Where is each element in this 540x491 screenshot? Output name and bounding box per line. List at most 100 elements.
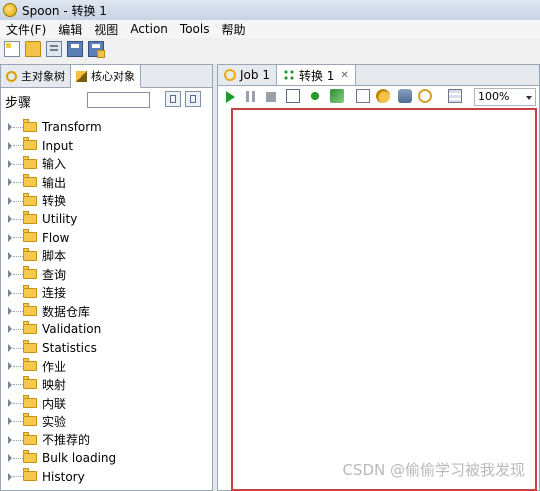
expand-arrow-icon[interactable] <box>8 343 12 352</box>
tree-item-label: 映射 <box>42 378 67 393</box>
open-folder-icon[interactable] <box>25 41 41 57</box>
expand-arrow-icon[interactable] <box>8 215 12 224</box>
tree-item[interactable]: 连接 <box>1 284 212 302</box>
explore-db-icon[interactable] <box>418 89 432 103</box>
expand-arrow-icon[interactable] <box>8 233 12 242</box>
expand-arrow-icon[interactable] <box>8 141 12 150</box>
transformation-icon <box>282 69 295 81</box>
expand-all-icon[interactable] <box>165 91 181 107</box>
zoom-select[interactable]: 100% <box>474 88 536 106</box>
tree-item-label: 输出 <box>42 175 67 190</box>
show-results-icon[interactable] <box>448 89 462 103</box>
folder-icon <box>23 376 37 390</box>
replay-icon[interactable] <box>330 89 344 103</box>
save-as-icon[interactable] <box>88 41 105 58</box>
folder-icon <box>23 413 37 427</box>
impact-analysis-icon[interactable] <box>376 89 390 103</box>
folder-icon <box>23 321 37 335</box>
expand-arrow-icon[interactable] <box>8 417 12 426</box>
stop-icon[interactable] <box>266 92 276 102</box>
expand-arrow-icon[interactable] <box>8 380 12 389</box>
tree-item[interactable]: Input <box>1 136 212 154</box>
tree-item[interactable]: 脚本 <box>1 247 212 265</box>
expand-arrow-icon[interactable] <box>8 399 12 408</box>
expand-arrow-icon[interactable] <box>8 362 12 371</box>
tree-item[interactable]: Transform <box>1 118 212 136</box>
tree-item[interactable]: 不推荐的 <box>1 431 212 449</box>
tree-item-label: Input <box>42 138 74 153</box>
expand-arrow-icon[interactable] <box>8 288 12 297</box>
tree-item[interactable]: 实验 <box>1 412 212 430</box>
preview-icon[interactable] <box>286 89 300 103</box>
title-bar: Spoon - 转换 1 <box>0 0 540 21</box>
tree-item[interactable]: Utility <box>1 210 212 228</box>
expand-arrow-icon[interactable] <box>8 435 12 444</box>
debug-icon[interactable] <box>308 89 322 103</box>
tab-label: 主对象树 <box>21 70 65 83</box>
tab-label: Job 1 <box>240 68 270 82</box>
menu-view[interactable]: 视图 <box>88 21 124 38</box>
collapse-all-icon[interactable] <box>185 91 201 107</box>
sql-icon[interactable] <box>398 89 412 103</box>
tree-item[interactable]: 数据仓库 <box>1 302 212 320</box>
run-icon[interactable] <box>226 91 235 103</box>
menu-action[interactable]: Action <box>124 22 174 36</box>
expand-arrow-icon[interactable] <box>8 454 12 463</box>
folder-icon <box>23 284 37 298</box>
save-icon[interactable] <box>67 41 83 57</box>
tab-core-objects[interactable]: 核心对象 <box>71 65 141 88</box>
tree-item[interactable]: Statistics <box>1 339 212 357</box>
new-file-icon[interactable] <box>4 41 20 57</box>
editor-panel: Job 1 转换 1 ✕ 100% CSDN @偷偷学习被我发现 <box>217 64 540 491</box>
chevron-down-icon <box>526 96 532 100</box>
tree-item[interactable]: 作业 <box>1 357 212 375</box>
expand-arrow-icon[interactable] <box>8 472 12 481</box>
tab-job-1[interactable]: Job 1 <box>218 65 277 85</box>
steps-search-input[interactable] <box>87 92 150 108</box>
menu-edit[interactable]: 编辑 <box>52 21 88 38</box>
tree-item-label: 输入 <box>42 157 67 172</box>
tree-item[interactable]: 输入 <box>1 155 212 173</box>
expand-arrow-icon[interactable] <box>8 251 12 260</box>
verify-icon[interactable] <box>356 89 370 103</box>
left-panel: 主对象树 核心对象 步骤 Transform Input 输入 输出 转换 Ut… <box>0 64 213 491</box>
expand-arrow-icon[interactable] <box>8 123 12 132</box>
expand-arrow-icon[interactable] <box>8 325 12 334</box>
explore-repository-icon[interactable] <box>46 41 62 57</box>
tree-item[interactable]: Validation <box>1 320 212 338</box>
tab-transformation-1[interactable]: 转换 1 ✕ <box>276 65 356 85</box>
steps-header: 步骤 <box>1 88 212 114</box>
tree-item[interactable]: 输出 <box>1 173 212 191</box>
folder-icon <box>23 119 37 132</box>
close-tab-icon[interactable]: ✕ <box>340 70 348 81</box>
expand-arrow-icon[interactable] <box>8 178 12 187</box>
transformation-canvas[interactable] <box>231 108 537 491</box>
tree-item-label: Validation <box>42 322 102 337</box>
expand-arrow-icon[interactable] <box>8 307 12 316</box>
expand-arrow-icon[interactable] <box>8 270 12 279</box>
tree-item[interactable]: 映射 <box>1 375 212 393</box>
expand-arrow-icon[interactable] <box>8 159 12 168</box>
folder-icon <box>23 339 37 353</box>
tree-item[interactable]: 内联 <box>1 394 212 412</box>
tree-item[interactable]: 转换 <box>1 192 212 210</box>
pause-icon[interactable] <box>246 91 255 102</box>
folder-icon <box>23 266 37 280</box>
tree-item[interactable]: 查询 <box>1 265 212 283</box>
zoom-value: 100% <box>478 90 510 103</box>
folder-icon <box>23 358 37 372</box>
tab-main-object-tree[interactable]: 主对象树 <box>1 65 71 87</box>
tree-item[interactable]: Bulk loading <box>1 449 212 467</box>
folder-icon <box>23 137 37 151</box>
tree-item[interactable]: Flow <box>1 228 212 246</box>
spoon-app-icon <box>3 3 17 17</box>
menu-file[interactable]: 文件(F) <box>0 21 52 38</box>
tree-item-label: 实验 <box>42 414 67 429</box>
tree-item[interactable]: History <box>1 467 212 485</box>
menu-help[interactable]: 帮助 <box>215 21 251 38</box>
tree-item-label: 作业 <box>42 359 67 374</box>
menu-tools[interactable]: Tools <box>174 22 216 36</box>
main-object-tree-icon <box>6 70 17 82</box>
expand-arrow-icon[interactable] <box>8 196 12 205</box>
menu-bar: 文件(F) 编辑 视图 Action Tools 帮助 <box>0 20 540 38</box>
